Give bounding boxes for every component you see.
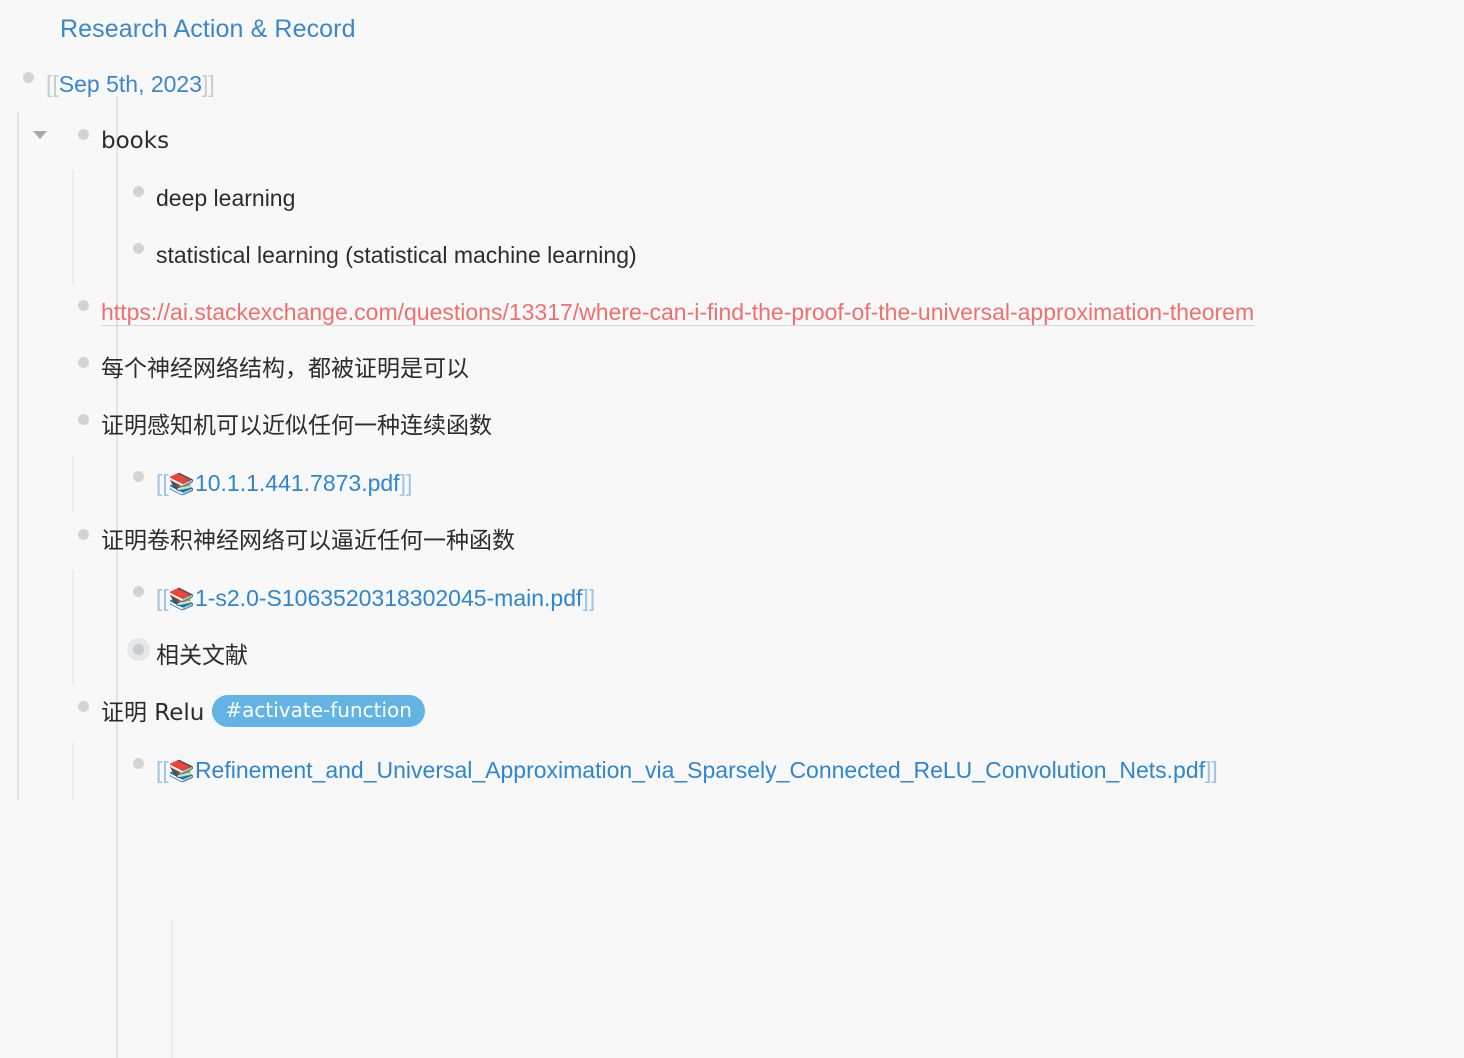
bullet-dot[interactable] (23, 71, 34, 83)
bullet-dot[interactable] (78, 528, 89, 540)
node-row-note-4: 证明 Relu #activate-function (55, 685, 1464, 742)
node-text-related-literature: 相关文献 (156, 643, 248, 669)
node-text-deep-learning: deep learning (156, 185, 296, 211)
node-row-books: books (33, 113, 1464, 170)
bullet-control-deep-learning (110, 176, 144, 206)
bullet-dot[interactable] (78, 356, 89, 368)
outline-node-note-2: 证明感知机可以近似任何一种连续函数 [[📚10.1.1.441.7873.pdf… (55, 398, 1464, 513)
bullet-control-books (33, 119, 89, 149)
pdf-page-link[interactable]: Refinement_and_Universal_Approximation_v… (195, 757, 1205, 783)
pdf-bracket-close: ]] (399, 470, 413, 496)
bullet-control-note-1 (55, 347, 89, 377)
outline-node-statistical-learning: statistical learning (statistical machin… (110, 227, 1464, 284)
books-emoji-icon: 📚 (168, 587, 195, 611)
node-text-pdf-2: [[📚1-s2.0-S1063520318302045-main.pdf]] (144, 576, 1464, 622)
bullet-dot[interactable] (133, 585, 144, 597)
books-emoji-icon: 📚 (168, 472, 195, 496)
node-row-statistical-learning: statistical learning (statistical machin… (110, 227, 1464, 284)
outline-node-note-3: 证明卷积神经网络可以逼近任何一种函数 [[📚1-s2.0-S1063520318… (55, 513, 1464, 685)
bullet-dot[interactable] (133, 757, 144, 769)
bullet-dot[interactable] (78, 128, 89, 140)
pdf-bracket-close: ]] (1205, 757, 1218, 783)
outline-node-related-literature: 相关文献 (110, 628, 1464, 685)
node-row-date: [[Sep 5th, 2023]] (0, 56, 1464, 113)
outline-node-note-4: 证明 Relu #activate-function [[📚Refinement_… (55, 685, 1464, 800)
node-row-note-1: 每个神经网络结构，都被证明是可以 (55, 341, 1464, 398)
outline-node-date: [[Sep 5th, 2023]] books deep learning st… (0, 56, 1464, 800)
pdf-bracket-open: [[ (156, 757, 169, 783)
page-title[interactable]: Research Action & Record (60, 12, 356, 46)
node-text-pdf-3: [[📚Refinement_and_Universal_Approximatio… (144, 748, 1464, 794)
node-text-books: books (101, 128, 170, 154)
node-text-note-2: 证明感知机可以近似任何一种连续函数 (101, 413, 492, 439)
node-text-date: [[Sep 5th, 2023]] (34, 62, 1464, 107)
children-of-note-2: [[📚10.1.1.441.7873.pdf]] (72, 455, 1464, 513)
node-row-pdf-3: [[📚Refinement_and_Universal_Approximatio… (110, 742, 1464, 800)
node-row-related-literature: 相关文献 (110, 628, 1464, 685)
node-row-note-2: 证明感知机可以近似任何一种连续函数 (55, 398, 1464, 455)
pdf-bracket-open: [[ (156, 470, 169, 496)
bullet-dot-collapsed[interactable] (133, 643, 144, 655)
note-4-label: 证明 Relu (101, 700, 205, 726)
node-row-deep-learning: deep learning (110, 170, 1464, 227)
bullet-dot[interactable] (133, 242, 144, 254)
books-emoji-icon: 📚 (168, 759, 195, 783)
status-badge-tag[interactable]: #activate-function (212, 695, 425, 727)
bullet-dot[interactable] (133, 470, 144, 482)
node-row-url: https://ai.stackexchange.com/questions/1… (55, 284, 1464, 341)
bullet-control-url (55, 290, 89, 320)
outline-node-pdf-3: [[📚Refinement_and_Universal_Approximatio… (110, 742, 1464, 800)
bullet-control-date (0, 62, 34, 92)
bullet-dot[interactable] (78, 299, 89, 311)
children-of-date: books deep learning statistical learning… (17, 113, 1464, 800)
pdf-page-link[interactable]: 10.1.1.441.7873.pdf (195, 470, 400, 496)
children-of-note-3: [[📚1-s2.0-S1063520318302045-main.pdf]] 相… (72, 570, 1464, 685)
bullet-control-note-3 (55, 519, 89, 549)
bullet-control-note-2 (55, 404, 89, 434)
node-row-pdf-1: [[📚10.1.1.441.7873.pdf]] (110, 455, 1464, 513)
bullet-control-pdf-2 (110, 576, 144, 606)
node-row-pdf-2: [[📚1-s2.0-S1063520318302045-main.pdf]] (110, 570, 1464, 628)
pdf-page-link[interactable]: 1-s2.0-S1063520318302045-main.pdf (195, 585, 582, 611)
node-row-note-3: 证明卷积神经网络可以逼近任何一种函数 (55, 513, 1464, 570)
node-text-url: https://ai.stackexchange.com/questions/1… (89, 290, 1464, 335)
bullet-dot[interactable] (133, 185, 144, 197)
ref-bracket-open: [[ (46, 71, 59, 97)
ref-bracket-close: ]] (202, 71, 215, 97)
outline-tree: [[Sep 5th, 2023]] books deep learning st… (0, 56, 1464, 800)
children-of-note-4: [[📚Refinement_and_Universal_Approximatio… (72, 742, 1464, 800)
outline-node-note-1: 每个神经网络结构，都被证明是可以 (55, 341, 1464, 398)
bullet-control-pdf-1 (110, 461, 144, 491)
bullet-dot[interactable] (78, 413, 89, 425)
bullet-dot[interactable] (78, 700, 89, 712)
node-text-note-3: 证明卷积神经网络可以逼近任何一种函数 (101, 528, 515, 554)
node-text-statistical-learning: statistical learning (statistical machin… (156, 242, 637, 268)
outline-node-pdf-2: [[📚1-s2.0-S1063520318302045-main.pdf]] (110, 570, 1464, 628)
node-text-note-1: 每个神经网络结构，都被证明是可以 (101, 356, 469, 382)
bullet-control-statistical-learning (110, 233, 144, 263)
outline-page: Research Action & Record [[Sep 5th, 2023… (0, 0, 1464, 1058)
pdf-bracket-close: ]] (582, 585, 596, 611)
external-url-link[interactable]: https://ai.stackexchange.com/questions/1… (101, 299, 1255, 326)
chevron-down-icon[interactable] (33, 131, 47, 139)
node-text-note-4: 证明 Relu #activate-function (89, 691, 1464, 736)
children-of-books: deep learning statistical learning (stat… (72, 170, 1464, 284)
bullet-control-related-literature (110, 634, 144, 664)
bullet-control-note-4 (55, 691, 89, 721)
guide-line-level-2 (171, 920, 173, 1058)
outline-node-books: books deep learning statistical learning… (33, 113, 1464, 284)
pdf-bracket-open: [[ (156, 585, 169, 611)
date-page-link[interactable]: Sep 5th, 2023 (59, 71, 202, 97)
outline-node-pdf-1: [[📚10.1.1.441.7873.pdf]] (110, 455, 1464, 513)
node-text-pdf-1: [[📚10.1.1.441.7873.pdf]] (144, 461, 1464, 507)
bullet-control-pdf-3 (110, 748, 144, 778)
outline-node-deep-learning: deep learning (110, 170, 1464, 227)
outline-node-url: https://ai.stackexchange.com/questions/1… (55, 284, 1464, 341)
